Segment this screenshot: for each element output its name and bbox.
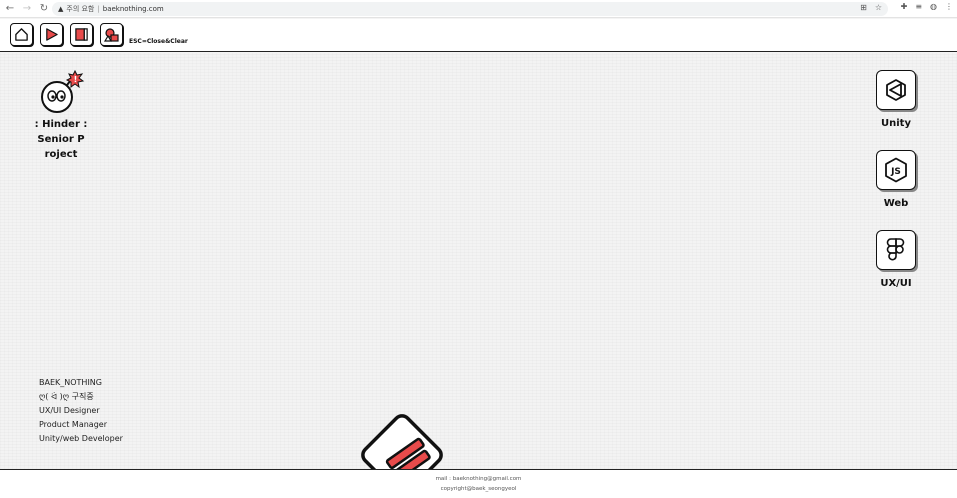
play-button[interactable] — [40, 23, 63, 46]
label-line: : Hinder : — [34, 119, 88, 130]
warning-icon[interactable]: ▲ — [58, 5, 63, 13]
profile-role: Product Manager — [39, 420, 107, 429]
app-label: Web — [883, 198, 909, 209]
menu-icon[interactable]: ⋮ — [945, 2, 953, 11]
browser-chrome: ← → ↻ ▲ 주의 요함 | baeknothing.com ⊞ ☆ ✚ ≡ … — [0, 0, 957, 18]
uxui-tile[interactable] — [876, 230, 916, 270]
translate-icon[interactable]: ⊞ — [860, 3, 867, 12]
door-icon — [75, 28, 88, 41]
divider: | — [97, 5, 100, 13]
desktop-area: ! : Hinder : Senior P roject Unity JS We… — [0, 53, 957, 469]
bookmark-star-icon[interactable]: ☆ — [875, 3, 882, 12]
footer-mail: mail : baeknothing@gmail.com — [435, 476, 522, 482]
center-logo[interactable] — [355, 411, 450, 469]
reload-icon[interactable]: ↻ — [37, 2, 51, 16]
svg-text:JS: JS — [890, 167, 901, 177]
extensions-icon[interactable]: ✚ — [901, 2, 908, 11]
bomb-character-icon: ! — [41, 69, 85, 113]
profile-icon[interactable]: ◍ — [930, 2, 937, 11]
figma-icon — [886, 238, 905, 261]
forward-icon[interactable]: → — [20, 2, 34, 16]
keyboard-hint: ESC=Close&Clear — [129, 38, 188, 45]
profile-role: Unity/web Developer — [39, 434, 123, 443]
back-icon[interactable]: ← — [3, 2, 17, 16]
unity-icon — [886, 79, 906, 101]
unity-tile[interactable] — [876, 70, 916, 110]
app-label: UX/UI — [880, 278, 912, 289]
profile-info: BAEK_NOTHING ღ( ᐛ )ღ 구직중 UX/UI Designer … — [39, 376, 123, 446]
home-button[interactable] — [10, 23, 33, 46]
project-badge: ! — [74, 75, 78, 84]
desktop-icon-label: : Hinder : Senior P roject — [35, 117, 88, 162]
brand-logo-icon — [361, 414, 443, 469]
shapes-button[interactable] — [100, 23, 123, 46]
nodejs-icon: JS — [885, 157, 907, 183]
exit-button[interactable] — [70, 23, 93, 46]
security-label: 주의 요함 — [66, 5, 95, 13]
desktop-icon-uxui[interactable]: UX/UI — [870, 230, 922, 291]
app-toolbar: ESC=Close&Clear — [0, 19, 957, 52]
desktop-icon-hinder[interactable]: ! : Hinder : Senior P roject — [32, 69, 90, 162]
footer-copyright: copyright@baek_seongyeol — [440, 486, 517, 492]
label-line: roject — [44, 149, 78, 160]
footer: mail : baeknothing@gmail.com copyright@b… — [0, 469, 957, 498]
profile-role: UX/UI Designer — [39, 406, 100, 415]
label-line: Senior P — [37, 134, 85, 145]
address-bar[interactable]: ▲ 주의 요함 | baeknothing.com ⊞ ☆ — [52, 2, 888, 16]
web-tile[interactable]: JS — [876, 150, 916, 190]
desktop-icon-web[interactable]: JS Web — [870, 150, 922, 211]
app-label: Unity — [881, 118, 911, 129]
home-icon — [15, 28, 28, 41]
reading-list-icon[interactable]: ≡ — [915, 2, 922, 11]
desktop-icon-unity[interactable]: Unity — [870, 70, 922, 131]
shapes-icon — [103, 27, 119, 42]
url-text: baeknothing.com — [102, 5, 164, 13]
profile-status: ღ( ᐛ )ღ 구직중 — [39, 392, 94, 401]
profile-name: BAEK_NOTHING — [39, 378, 102, 387]
play-icon — [46, 28, 58, 41]
